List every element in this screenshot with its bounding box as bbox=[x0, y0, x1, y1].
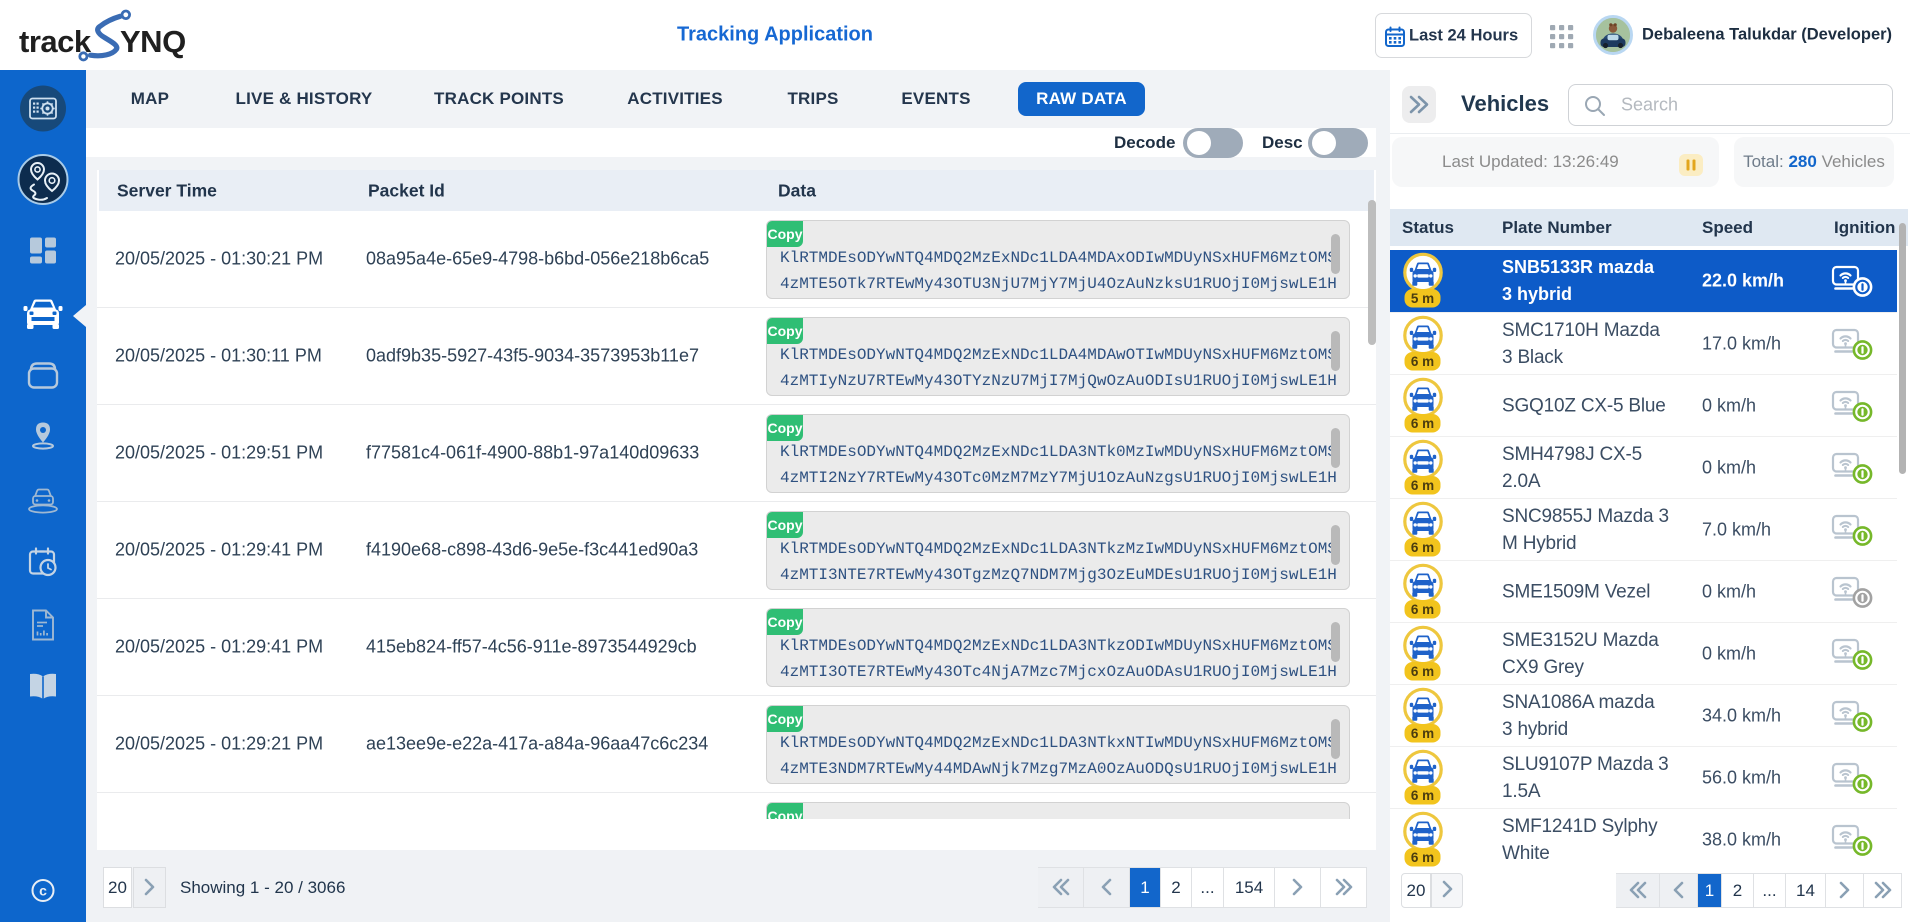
svg-text:6 m: 6 m bbox=[1411, 416, 1434, 431]
svg-text:5 m: 5 m bbox=[1411, 291, 1434, 306]
svg-text:6 m: 6 m bbox=[1411, 664, 1434, 679]
svg-text:6 m: 6 m bbox=[1411, 354, 1434, 369]
svg-text:6 m: 6 m bbox=[1411, 478, 1434, 493]
svg-text:6 m: 6 m bbox=[1411, 850, 1434, 865]
svg-text:6 m: 6 m bbox=[1411, 540, 1434, 555]
svg-text:6 m: 6 m bbox=[1411, 602, 1434, 617]
svg-text:6 m: 6 m bbox=[1411, 726, 1434, 741]
svg-text:c: c bbox=[39, 883, 47, 899]
svg-text:6 m: 6 m bbox=[1411, 788, 1434, 803]
svg-text:YNQ: YNQ bbox=[120, 24, 186, 59]
